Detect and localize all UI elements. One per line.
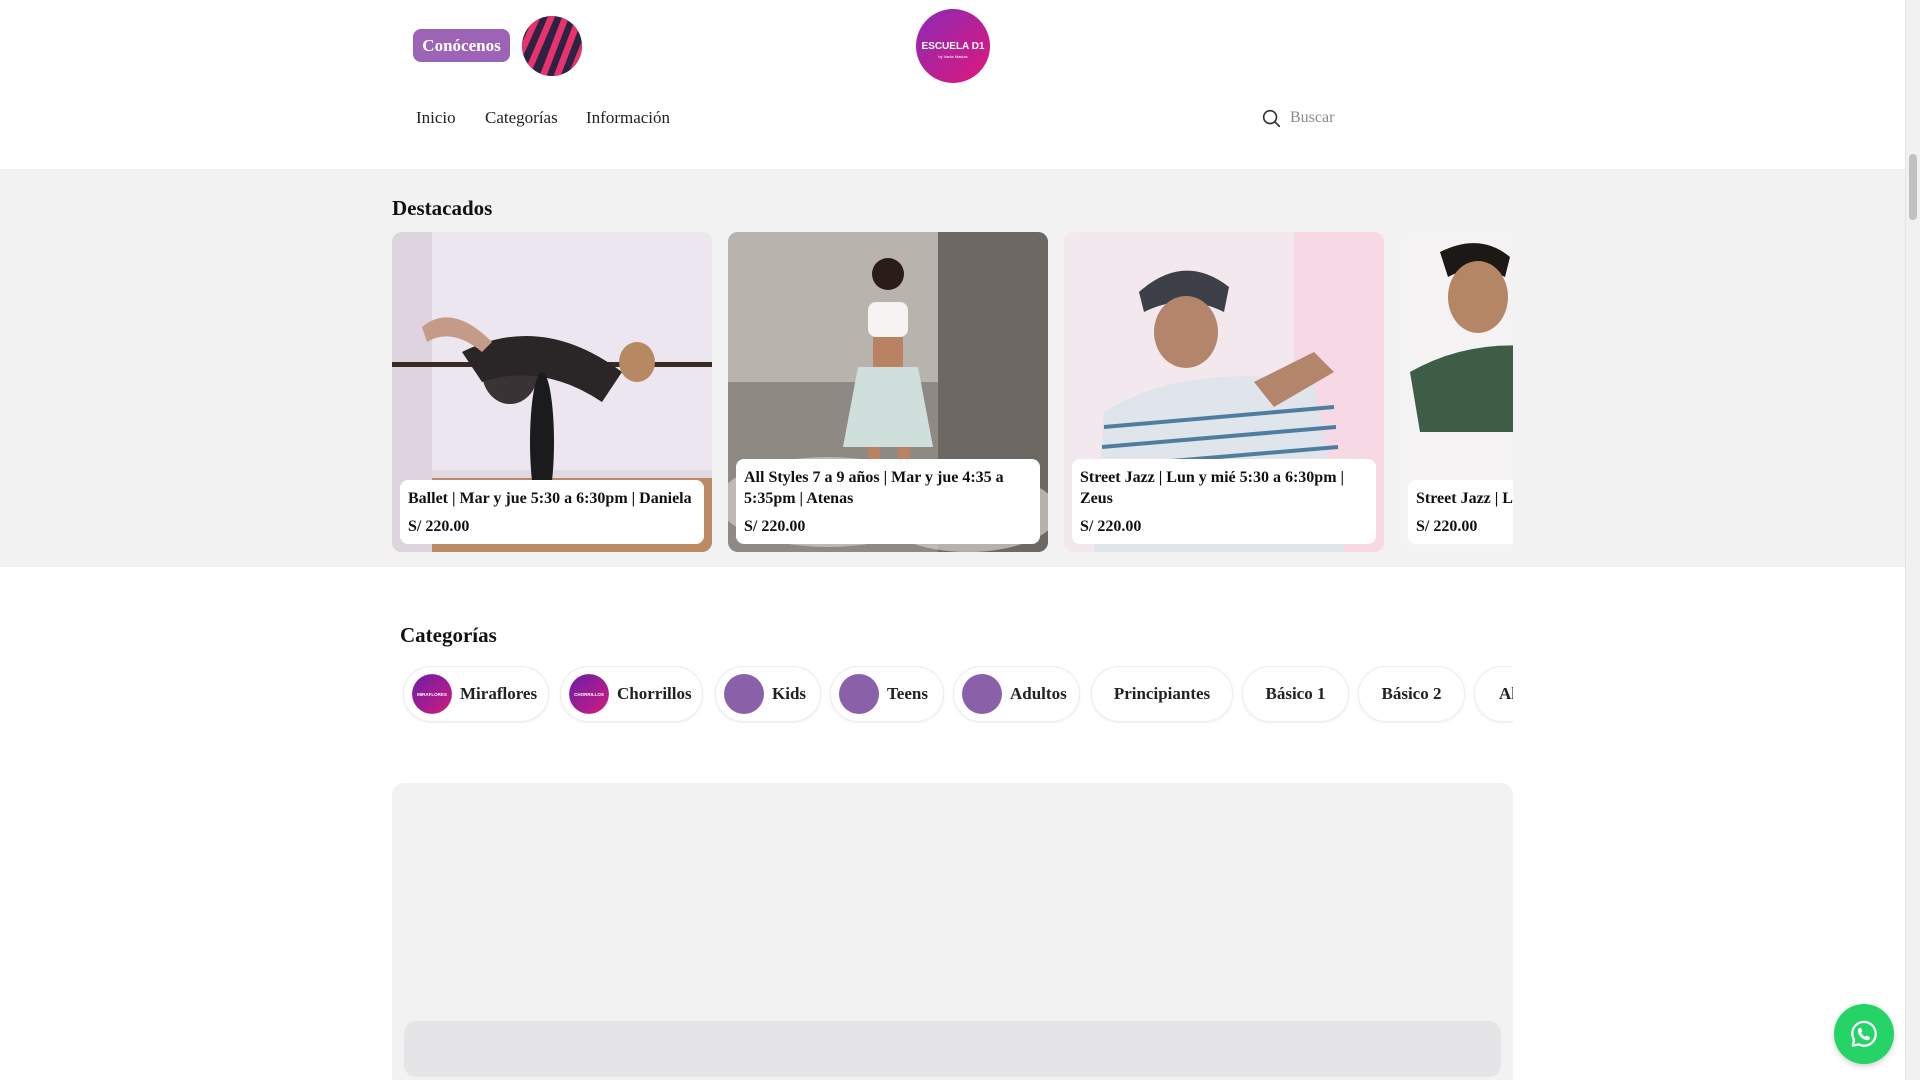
chip-label: Kids [772,684,807,703]
chip-label: Principiantes [1113,684,1211,703]
chip-label: Básico 2 [1381,684,1442,703]
whatsapp-button[interactable] [1834,1004,1894,1064]
category-chip-adultos[interactable]: Adultos [953,666,1080,722]
product-title[interactable]: Street Jazz | Lun y mié 5:30 a 6:30pm | … [1080,467,1368,509]
brand-logo-subtext: by Vania Masías [938,54,967,59]
category-chip-miraflores[interactable]: MIRAFLORES Miraflores [403,666,549,722]
product-card-info: Street Jazz | L… Jordy S/ 220.00 [1408,480,1513,544]
placeholder-bar [404,1021,1501,1077]
product-price: S/ 220.00 [1080,518,1142,535]
featured-carousel[interactable]: Ballet | Mar y jue 5:30 a 6:30pm | Danie… [392,232,1513,552]
product-card-info: Ballet | Mar y jue 5:30 a 6:30pm | Danie… [400,480,704,544]
product-price: S/ 220.00 [408,518,470,535]
nav-item-informacion[interactable]: Información [586,108,670,128]
product-card[interactable]: Street Jazz | Lun y mié 5:30 a 6:30pm | … [1064,232,1384,552]
chip-label: Al [1499,684,1513,703]
stripes-logo-icon[interactable] [522,16,582,76]
scrollbar-thumb[interactable] [1909,154,1917,220]
brand-logo-text: ESCUELA D1 [922,41,985,52]
search-icon[interactable] [1260,107,1282,129]
category-chip-principiantes[interactable]: Principiantes [1091,666,1233,722]
miraflores-avatar-text: MIRAFLORES [417,692,447,697]
page: Conócenos ESCUELA D1 by Vania Masías Ini… [0,0,1905,1080]
miraflores-avatar: MIRAFLORES [412,674,452,714]
page-scrollbar[interactable] [1905,0,1920,1080]
product-title[interactable]: Ballet | Mar y jue 5:30 a 6:30pm | Danie… [408,488,696,509]
teens-avatar [839,674,879,714]
whatsapp-icon [1851,1020,1877,1047]
chip-label: Básico 1 [1265,684,1326,703]
category-chip-al[interactable]: Al [1474,666,1513,722]
main-nav [0,92,1905,169]
chorrillos-avatar: CHORRILLOS [569,674,609,714]
search-input[interactable] [1290,109,1410,127]
product-title[interactable]: Street Jazz | L… Jordy [1416,488,1513,509]
product-card[interactable]: All Styles 7 a 9 años | Mar y jue 4:35 a… [728,232,1048,552]
featured-title: Destacados [392,196,493,220]
top-bar: Conócenos ESCUELA D1 by Vania Masías [0,0,1905,93]
search-box [1260,106,1410,130]
chorrillos-avatar-text: CHORRILLOS [574,692,604,697]
conocenos-button[interactable]: Conócenos [413,29,510,62]
escuela-d1-logo[interactable]: ESCUELA D1 by Vania Masías [916,9,990,83]
category-chip-basico-2[interactable]: Básico 2 [1358,666,1465,722]
product-title[interactable]: All Styles 7 a 9 años | Mar y jue 4:35 a… [744,467,1032,509]
category-chips: MIRAFLORES Miraflores CHORRILLOS Chorril… [403,666,1513,724]
chip-label: Miraflores [460,684,538,703]
product-price: S/ 220.00 [744,518,806,535]
product-card-info: Street Jazz | Lun y mié 5:30 a 6:30pm | … [1072,459,1376,544]
chip-label: Adultos [1010,684,1067,703]
kids-avatar [724,674,764,714]
category-chip-basico-1[interactable]: Básico 1 [1242,666,1349,722]
category-chip-chorrillos[interactable]: CHORRILLOS Chorrillos [560,666,703,722]
nav-item-inicio[interactable]: Inicio [416,108,456,128]
product-price: S/ 220.00 [1416,518,1478,535]
content-placeholder [392,783,1513,1080]
nav-item-categorias[interactable]: Categorías [485,108,558,128]
category-chip-teens[interactable]: Teens [830,666,944,722]
categories-title: Categorías [400,623,497,647]
category-chip-kids[interactable]: Kids [715,666,821,722]
product-card[interactable]: Street Jazz | L… Jordy S/ 220.00 [1400,232,1513,552]
product-card-info: All Styles 7 a 9 años | Mar y jue 4:35 a… [736,459,1040,544]
product-card[interactable]: Ballet | Mar y jue 5:30 a 6:30pm | Danie… [392,232,712,552]
chip-label: Teens [887,684,928,703]
chip-label: Chorrillos [617,684,692,703]
adultos-avatar [962,674,1002,714]
